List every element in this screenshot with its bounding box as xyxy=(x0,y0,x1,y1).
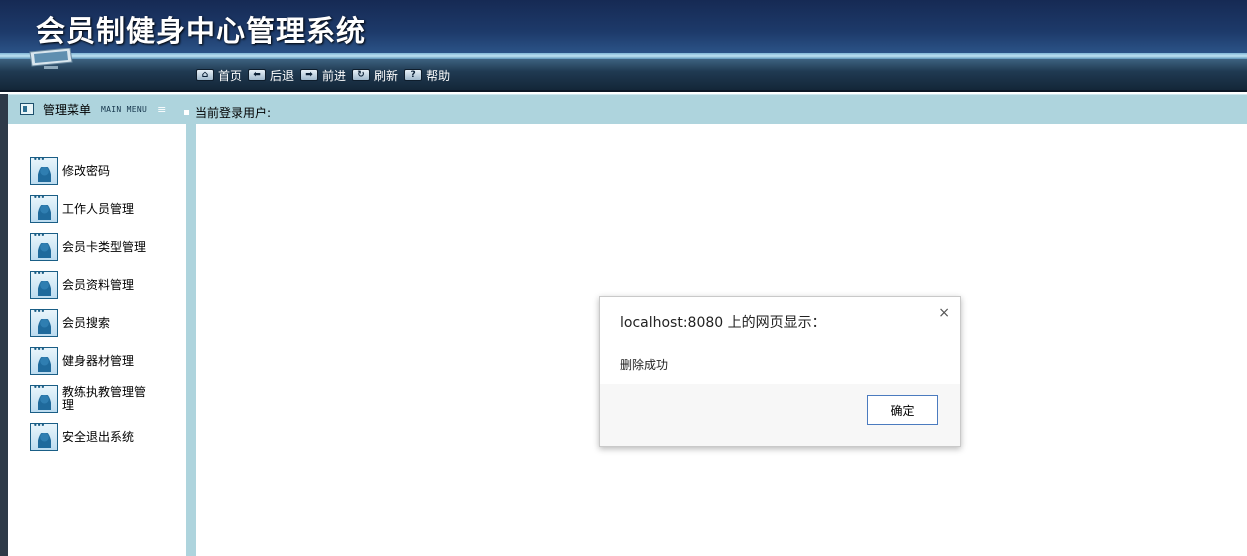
menu-header: 管理菜单 MAIN MENU ≡ xyxy=(8,94,186,124)
toolbar-back-label: 后退 xyxy=(270,68,295,83)
user-window-icon xyxy=(30,307,58,337)
dialog-message: 删除成功 xyxy=(620,358,669,372)
current-user-label: 当前登录用户: xyxy=(184,104,271,121)
user-window-icon xyxy=(30,345,58,375)
left-edge-strip xyxy=(0,94,8,556)
menu-header-title: 管理菜单 xyxy=(43,102,92,117)
sidebar-item-label: 安全退出系统 xyxy=(62,429,135,444)
sidebar-item-coaching[interactable]: 教练执教管理管理 xyxy=(30,380,152,418)
home-icon: ⌂ xyxy=(196,69,214,81)
app-title: 会员制健身中心管理系统 xyxy=(36,14,367,48)
sidebar-item-label: 健身器材管理 xyxy=(62,353,135,368)
help-icon: ? xyxy=(404,69,423,81)
toolbar-refresh-label: 刷新 xyxy=(374,68,399,83)
arrow-left-icon: ⬅ xyxy=(248,69,267,81)
sidebar-item-staff[interactable]: 工作人员管理 xyxy=(30,190,152,228)
sidebar-item-change-password[interactable]: 修改密码 xyxy=(30,152,152,190)
toolbar-refresh-button[interactable]: ↻ 刷新 xyxy=(352,67,398,84)
user-window-icon xyxy=(30,155,58,185)
toolbar-forward-label: 前进 xyxy=(322,68,347,83)
user-window-icon xyxy=(30,231,58,261)
sidebar-item-equipment[interactable]: 健身器材管理 xyxy=(30,342,152,380)
sidebar-item-label: 工作人员管理 xyxy=(62,201,135,216)
menu-header-subtitle: MAIN MENU xyxy=(101,104,148,114)
user-window-icon xyxy=(30,193,58,223)
toolbar-home-label: 首页 xyxy=(218,68,243,83)
toolbar-help-label: 帮助 xyxy=(426,68,451,83)
user-window-icon xyxy=(30,383,58,413)
sidebar-item-label: 会员资料管理 xyxy=(62,277,135,292)
menu-panel-icon xyxy=(20,103,34,115)
sidebar-item-label: 会员卡类型管理 xyxy=(62,239,147,254)
toolbar-help-button[interactable]: ? 帮助 xyxy=(404,67,450,84)
close-icon[interactable]: × xyxy=(938,305,950,321)
toolbar: ⌂ 首页 ⬅ 后退 ➡ 前进 ↻ 刷新 ? 帮助 xyxy=(196,66,456,84)
sidebar-item-label: 会员搜索 xyxy=(62,315,111,330)
monitor-icon xyxy=(29,48,73,69)
user-window-icon xyxy=(30,421,58,451)
sidebar-item-member-profiles[interactable]: 会员资料管理 xyxy=(30,266,152,304)
user-window-icon xyxy=(30,269,58,299)
current-user-text: 当前登录用户: xyxy=(195,106,272,120)
sidebar-divider[interactable] xyxy=(186,124,196,556)
app-header: 会员制健身中心管理系统 ⌂ 首页 ⬅ 后退 ➡ 前进 ↻ 刷新 ? 帮助 xyxy=(0,0,1247,92)
sidebar-item-logout[interactable]: 安全退出系统 xyxy=(30,418,152,456)
sidebar-item-card-types[interactable]: 会员卡类型管理 xyxy=(30,228,152,266)
toolbar-forward-button[interactable]: ➡ 前进 xyxy=(300,67,346,84)
alert-dialog: localhost:8080 上的网页显示： × 删除成功 确定 xyxy=(599,296,961,447)
sidebar-item-label: 教练执教管理管理 xyxy=(62,385,147,412)
arrow-right-icon: ➡ xyxy=(300,69,319,81)
menu-lines-icon: ≡ xyxy=(157,102,167,116)
sidebar-item-member-search[interactable]: 会员搜索 xyxy=(30,304,152,342)
toolbar-back-button[interactable]: ⬅ 后退 xyxy=(248,67,294,84)
dialog-title: localhost:8080 上的网页显示： xyxy=(620,315,826,331)
sidebar-menu: 修改密码 工作人员管理 会员卡类型管理 会员资料管理 会员搜索 健身器材管理 教… xyxy=(30,152,152,456)
toolbar-home-button[interactable]: ⌂ 首页 xyxy=(196,67,242,84)
sidebar-item-label: 修改密码 xyxy=(62,163,111,178)
bullet-icon xyxy=(184,110,189,115)
header-toolbar-bar xyxy=(0,59,1247,92)
ok-button[interactable]: 确定 xyxy=(867,395,938,425)
refresh-icon: ↻ xyxy=(352,69,371,81)
